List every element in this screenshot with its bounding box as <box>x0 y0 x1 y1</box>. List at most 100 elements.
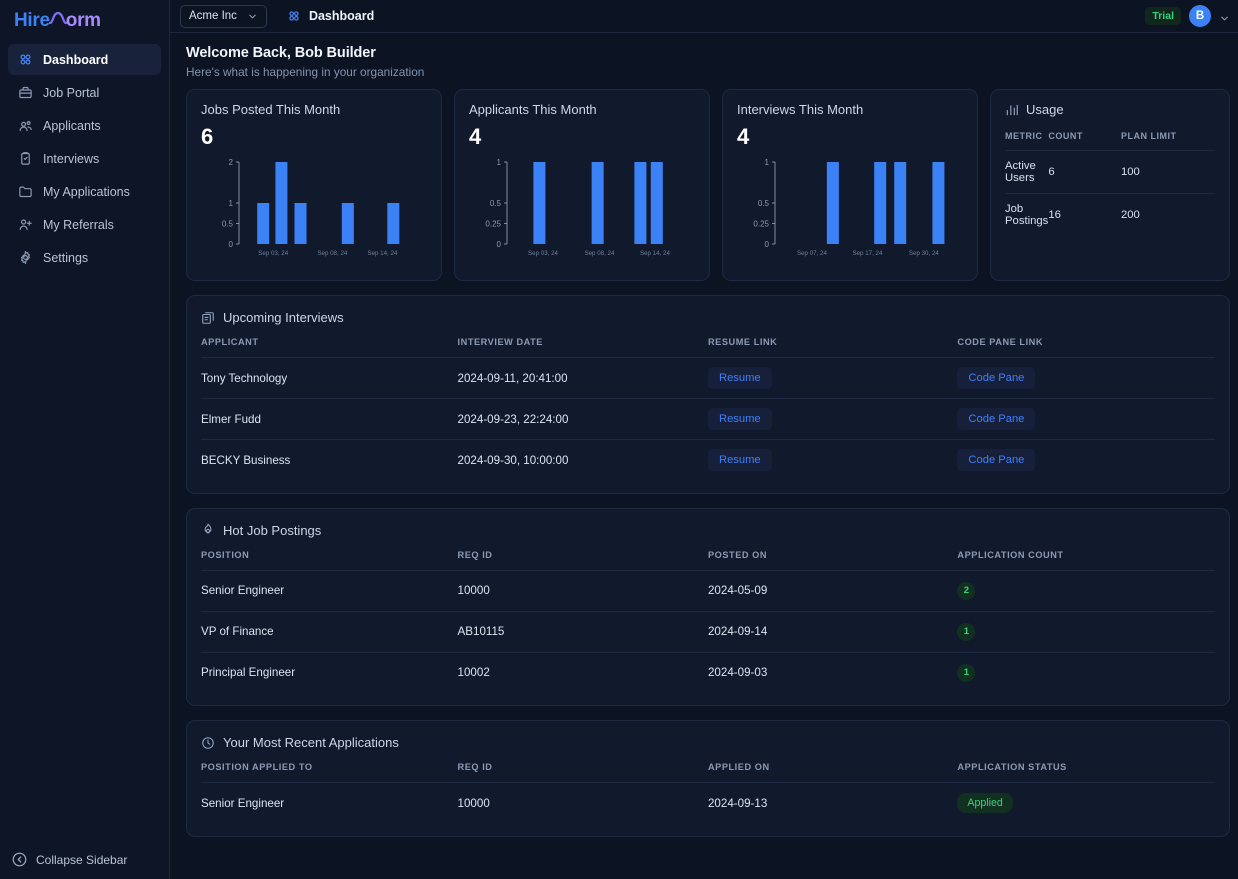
cell-posted-on: 2024-09-14 <box>707 610 958 652</box>
usage-cell-limit: 200 <box>1120 193 1215 236</box>
svg-text:Sep 08, 24: Sep 08, 24 <box>584 250 614 257</box>
stat-card-value: 4 <box>737 124 749 149</box>
svg-text:Sep 14, 24: Sep 14, 24 <box>640 250 670 257</box>
stat-card-2: Interviews This Month 4 0 0.25 0.5 1 Sep 07, 2… <box>722 89 978 281</box>
account-chevron-down-icon[interactable] <box>1219 11 1230 22</box>
svg-text:0: 0 <box>497 240 502 249</box>
cell-req-id: 10000 <box>457 569 708 611</box>
svg-text:1: 1 <box>497 158 502 167</box>
resume-link-button[interactable]: Resume <box>707 408 772 430</box>
table-header-row: POSITION REQ ID POSTED ON APPLICATION CO… <box>201 550 1215 571</box>
bar-chart-icon <box>1005 103 1019 117</box>
usage-col-metric: METRIC <box>1005 131 1043 141</box>
hot-job-postings-header: Hot Job Postings <box>201 523 1215 538</box>
code-pane-link-button[interactable]: Code Pane <box>957 408 1036 430</box>
clipboard-icon <box>18 151 33 166</box>
sidebar: Hire orm Dashboard Job Portal Applicants In… <box>0 0 170 879</box>
usage-cell-count: 16 <box>1048 193 1121 236</box>
svg-text:2: 2 <box>229 158 234 167</box>
svg-text:Sep 03, 24: Sep 03, 24 <box>258 250 288 257</box>
cell-position: Principal Engineer <box>201 651 458 693</box>
code-pane-link-button[interactable]: Code Pane <box>957 367 1036 389</box>
breadcrumb: Dashboard <box>287 9 374 23</box>
ra-col-reqid: REQ ID <box>457 762 493 772</box>
page-title: Welcome Back, Bob Builder <box>186 45 376 61</box>
application-count-badge: 1 <box>957 663 976 682</box>
stat-card-value: 6 <box>201 124 213 149</box>
usage-table-header-row: METRIC COUNT PLAN LIMIT <box>1005 131 1215 151</box>
ui-col-date: INTERVIEW DATE <box>457 337 543 347</box>
collapse-sidebar-button[interactable]: Collapse Sidebar <box>12 852 127 867</box>
sidebar-item-dashboard[interactable]: Dashboard <box>8 44 161 75</box>
cell-posted-on: 2024-05-09 <box>707 569 958 611</box>
usage-col-count: COUNT <box>1048 131 1083 141</box>
grid-icon <box>287 9 301 23</box>
hjp-col-count: APPLICATION COUNT <box>957 549 1064 560</box>
cell-interview-date: 2024-09-23, 22:24:00 <box>457 398 708 440</box>
resume-link-button[interactable]: Resume <box>707 367 772 389</box>
stat-card-title: Interviews This Month <box>737 102 864 117</box>
logo-peak-icon <box>48 10 67 32</box>
svg-text:0.5: 0.5 <box>222 220 234 229</box>
ra-col-applied: APPLIED ON <box>707 762 770 772</box>
sidebar-item-label: Interviews <box>43 151 100 166</box>
logo-text-orm: orm <box>65 10 101 31</box>
table-header-row: POSITION APPLIED TO REQ ID APPLIED ON AP… <box>201 762 1215 783</box>
svg-text:0.5: 0.5 <box>490 199 502 208</box>
avatar[interactable]: B <box>1189 5 1211 27</box>
cell-posted-on: 2024-09-03 <box>707 651 958 693</box>
sidebar-item-settings[interactable]: Settings <box>8 242 161 273</box>
table-row: BECKY Business 2024-09-30, 10:00:00 Resume… <box>201 439 1215 481</box>
svg-text:Sep 08, 24: Sep 08, 24 <box>317 250 347 257</box>
logo-text-hire: Hire <box>14 10 50 31</box>
trial-badge: Trial <box>1145 7 1181 25</box>
code-pane-link-button[interactable]: Code Pane <box>957 449 1036 472</box>
upcoming-interviews-title: Upcoming Interviews <box>223 310 344 325</box>
table-header-row: APPLICANT INTERVIEW DATE RESUME LINK COD… <box>201 337 1215 358</box>
hot-job-postings-panel: Hot Job Postings POSITION REQ ID POSTED … <box>186 507 1230 706</box>
svg-text:Sep 07, 24: Sep 07, 24 <box>797 250 827 257</box>
dashboard-content: Welcome Back, Bob Builder Here's what is… <box>170 33 1238 879</box>
usage-card-header: Usage <box>1005 102 1215 117</box>
usage-cell-count: 6 <box>1048 150 1121 194</box>
stat-cards-row: Jobs Posted This Month 6 0 0.5 1 2 Sep 03, 24 S… <box>170 89 1238 281</box>
ui-col-resume: RESUME LINK <box>707 337 778 347</box>
usage-cell-metric: Active Users <box>1005 150 1049 194</box>
gear-icon <box>18 250 33 265</box>
welcome-header: Welcome Back, Bob Builder Here's what is… <box>170 33 1238 89</box>
sidebar-item-my-applications[interactable]: My Applications <box>8 176 161 207</box>
sidebar-item-label: Dashboard <box>43 52 109 67</box>
ui-col-applicant: APPLICANT <box>201 337 259 347</box>
bar-chart: 0 0.5 1 2 Sep 03, 24 Sep 08, 24 Sep 14, 24 <box>201 156 427 264</box>
app-root: Hire orm Dashboard Job Portal Applicants In… <box>0 0 1238 879</box>
recent-applications-panel: Your Most Recent Applications POSITION A… <box>186 720 1230 837</box>
resume-link-button[interactable]: Resume <box>707 449 772 472</box>
sidebar-nav: Dashboard Job Portal Applicants Interviews M… <box>0 44 169 273</box>
sidebar-item-applicants[interactable]: Applicants <box>8 110 161 141</box>
upcoming-interviews-header: Upcoming Interviews <box>201 310 1215 325</box>
topbar-right: Trial B <box>1145 5 1230 27</box>
svg-text:Sep 03, 24: Sep 03, 24 <box>528 250 558 257</box>
svg-text:0: 0 <box>765 240 770 249</box>
main-area: Acme Inc Dashboard Trial B Welcome Back,… <box>170 0 1238 879</box>
chevron-down-icon <box>247 11 258 22</box>
sidebar-item-job-portal[interactable]: Job Portal <box>8 77 161 108</box>
stat-card-title: Jobs Posted This Month <box>201 102 341 117</box>
recent-applications-table: POSITION APPLIED TO REQ ID APPLIED ON AP… <box>201 762 1215 824</box>
sidebar-item-interviews[interactable]: Interviews <box>8 143 161 174</box>
hjp-col-position: POSITION <box>201 549 250 560</box>
app-logo[interactable]: Hire orm <box>14 10 101 32</box>
briefcase-icon <box>18 85 33 100</box>
svg-text:0.25: 0.25 <box>485 220 501 229</box>
usage-cell-limit: 100 <box>1120 150 1215 194</box>
sidebar-item-label: Applicants <box>43 118 101 133</box>
arrow-left-circle-icon <box>12 852 27 867</box>
ra-col-status: APPLICATION STATUS <box>957 762 1067 772</box>
sidebar-item-my-referrals[interactable]: My Referrals <box>8 209 161 240</box>
hjp-col-posted: POSTED ON <box>707 549 768 560</box>
svg-text:Sep 30, 24: Sep 30, 24 <box>909 250 939 257</box>
org-switcher-dropdown[interactable]: Acme Inc <box>180 4 267 28</box>
recent-applications-title: Your Most Recent Applications <box>223 735 399 750</box>
user-plus-icon <box>18 217 33 232</box>
ra-col-position: POSITION APPLIED TO <box>201 762 313 772</box>
